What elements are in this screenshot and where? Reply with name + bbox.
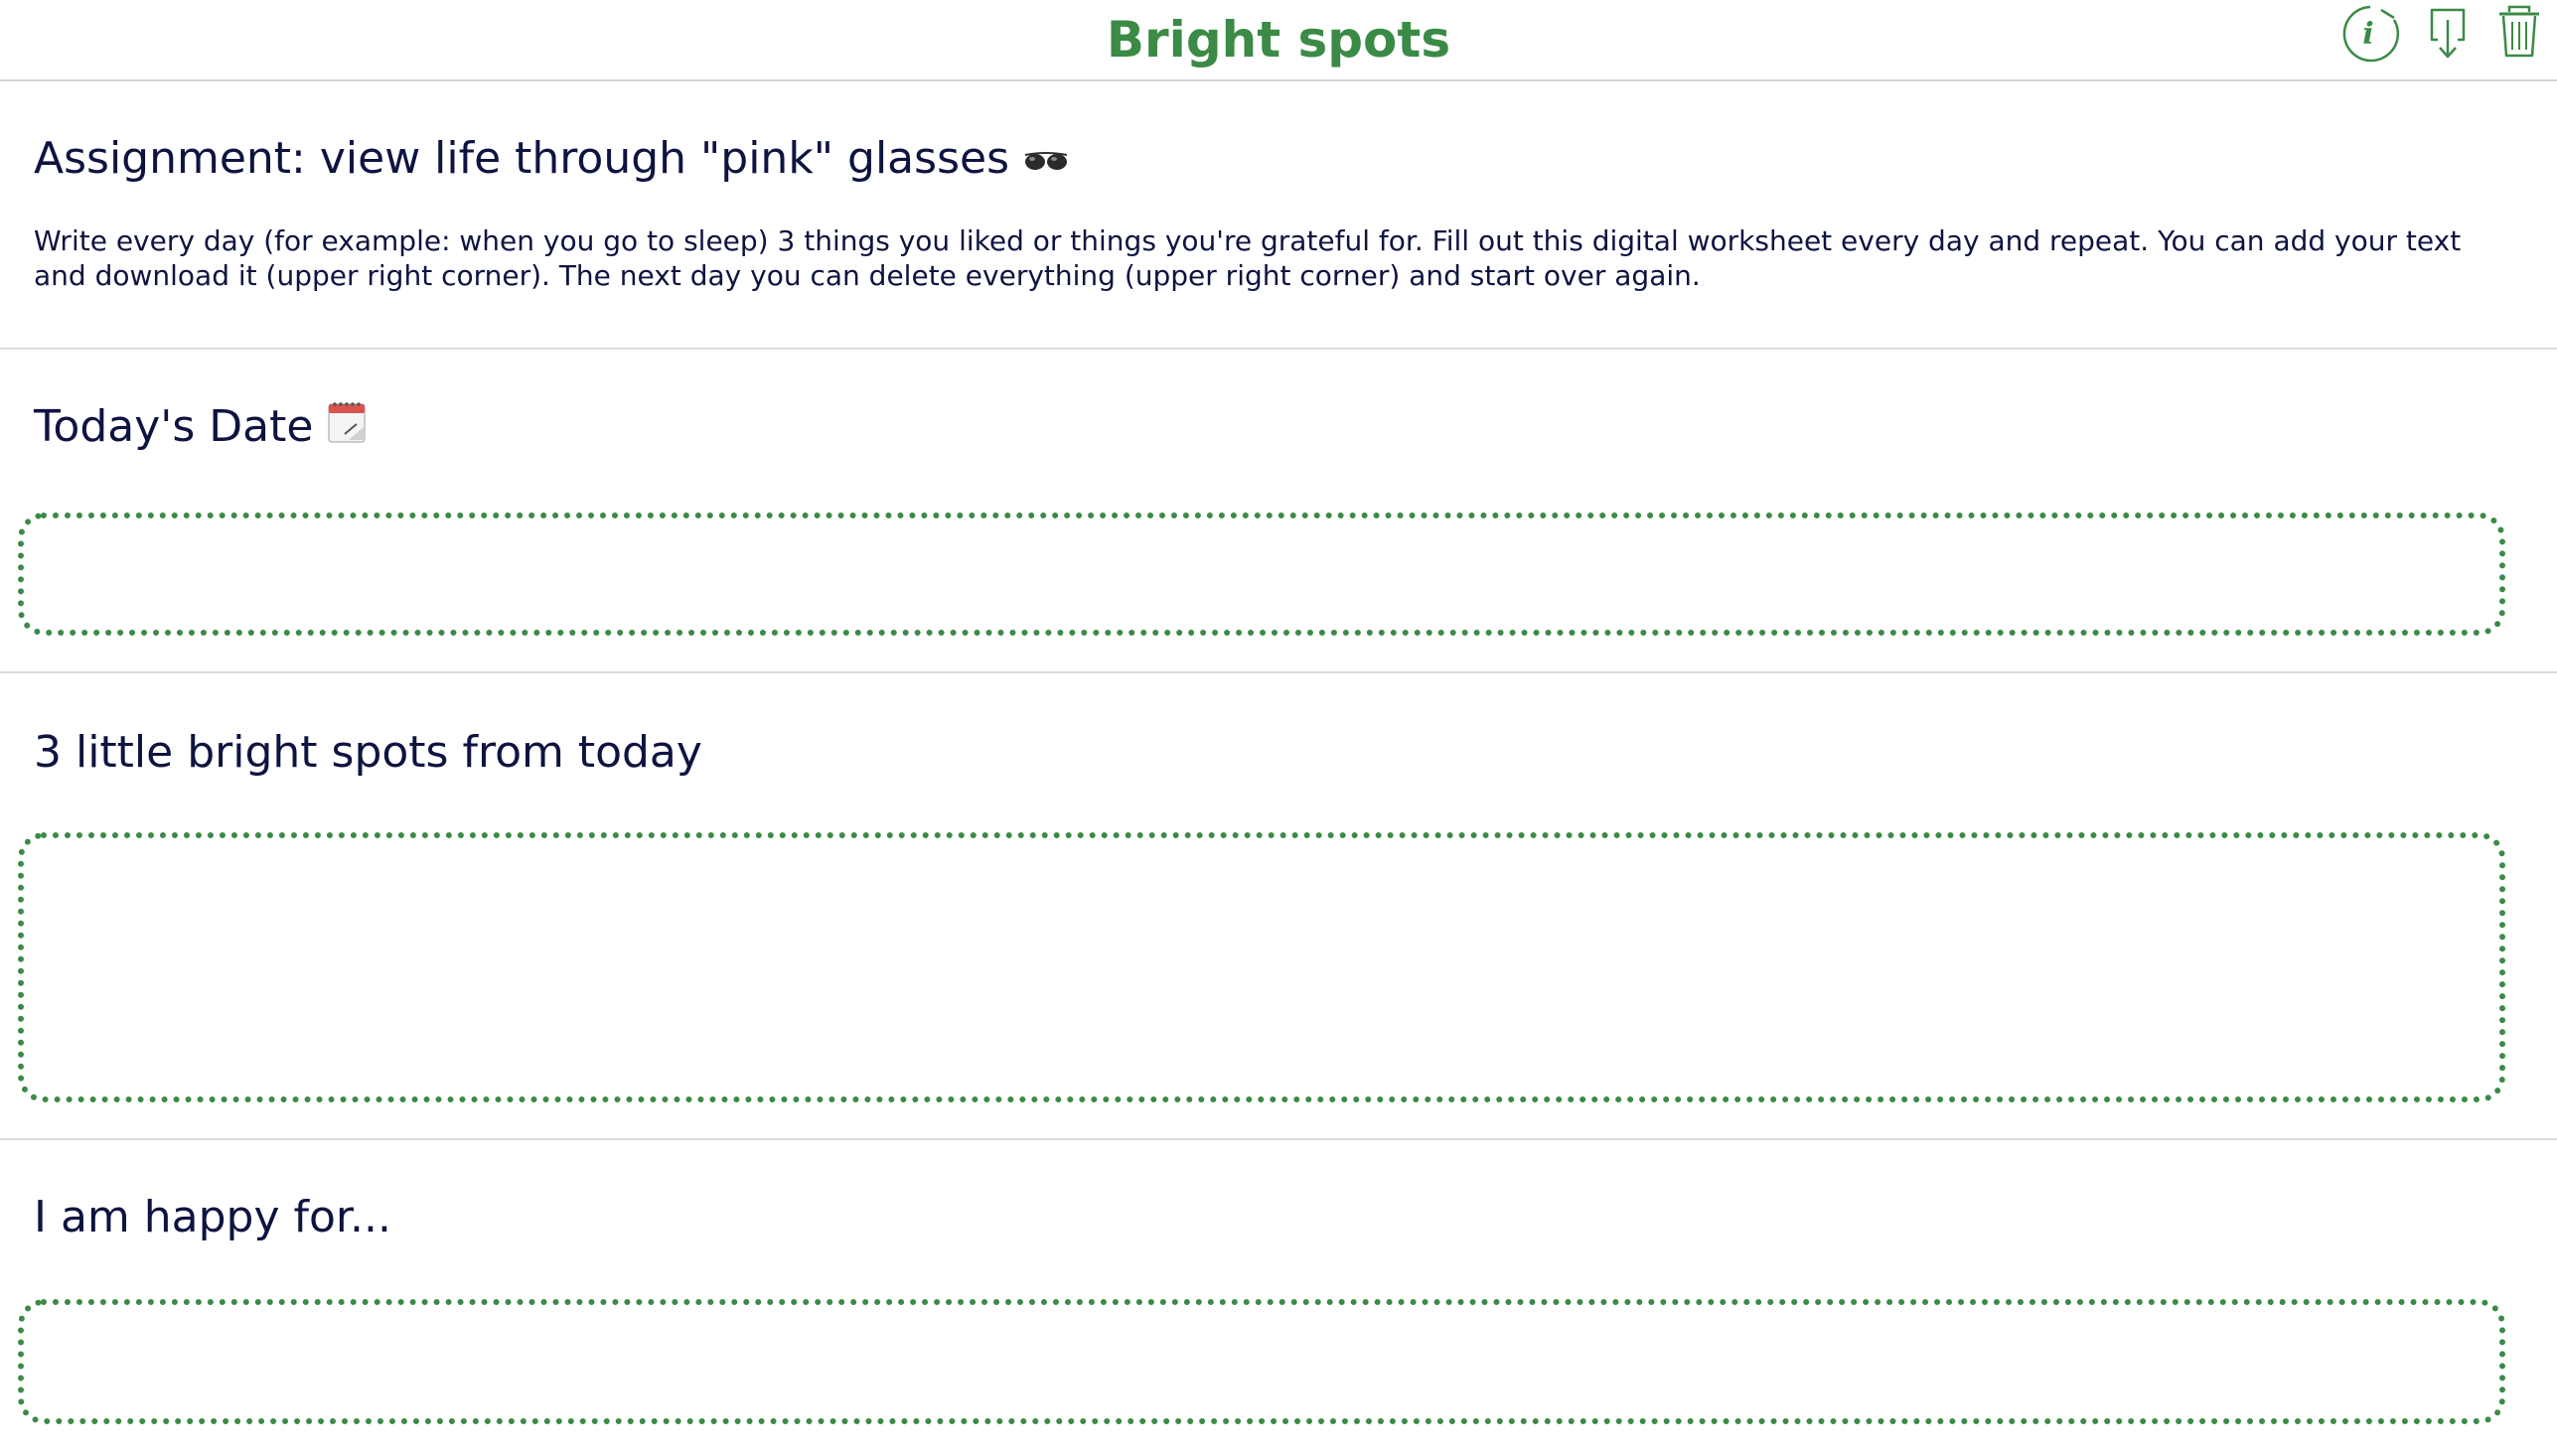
info-button[interactable]: i (2338, 2, 2402, 66)
happy-heading: I am happy for... (34, 1192, 391, 1242)
assignment-heading: Assignment: view life through "pink" gla… (34, 131, 1069, 189)
date-heading: Today's Date (34, 399, 367, 458)
happy-input[interactable] (18, 1299, 2505, 1424)
bright-spots-input[interactable] (18, 832, 2505, 1102)
download-button[interactable] (2416, 2, 2480, 66)
trash-icon (2499, 5, 2539, 58)
app-title: Bright spots (1106, 11, 1451, 69)
assignment-instructions: Write every day (for example: when you g… (34, 224, 2462, 292)
delete-button[interactable] (2487, 2, 2551, 66)
spiral-notepad-icon (327, 400, 367, 458)
toolbar: i (2338, 0, 2557, 64)
svg-text:i: i (2362, 17, 2373, 52)
app-header: Bright spots i (0, 0, 2557, 81)
date-heading-text: Today's Date (34, 401, 314, 452)
info-icon: i (2342, 5, 2400, 63)
date-input[interactable] (18, 512, 2505, 636)
happy-section: I am happy for... (0, 1140, 2557, 1456)
assignment-section: Assignment: view life through "pink" gla… (0, 81, 2557, 350)
download-icon (2430, 8, 2466, 59)
assignment-heading-text: Assignment: view life through "pink" gla… (34, 133, 1009, 184)
date-section: Today's Date (0, 350, 2557, 673)
sunglasses-icon (1023, 133, 1069, 189)
bright-spots-heading: 3 little bright spots from today (34, 727, 702, 778)
bright-spots-section: 3 little bright spots from today (0, 673, 2557, 1140)
